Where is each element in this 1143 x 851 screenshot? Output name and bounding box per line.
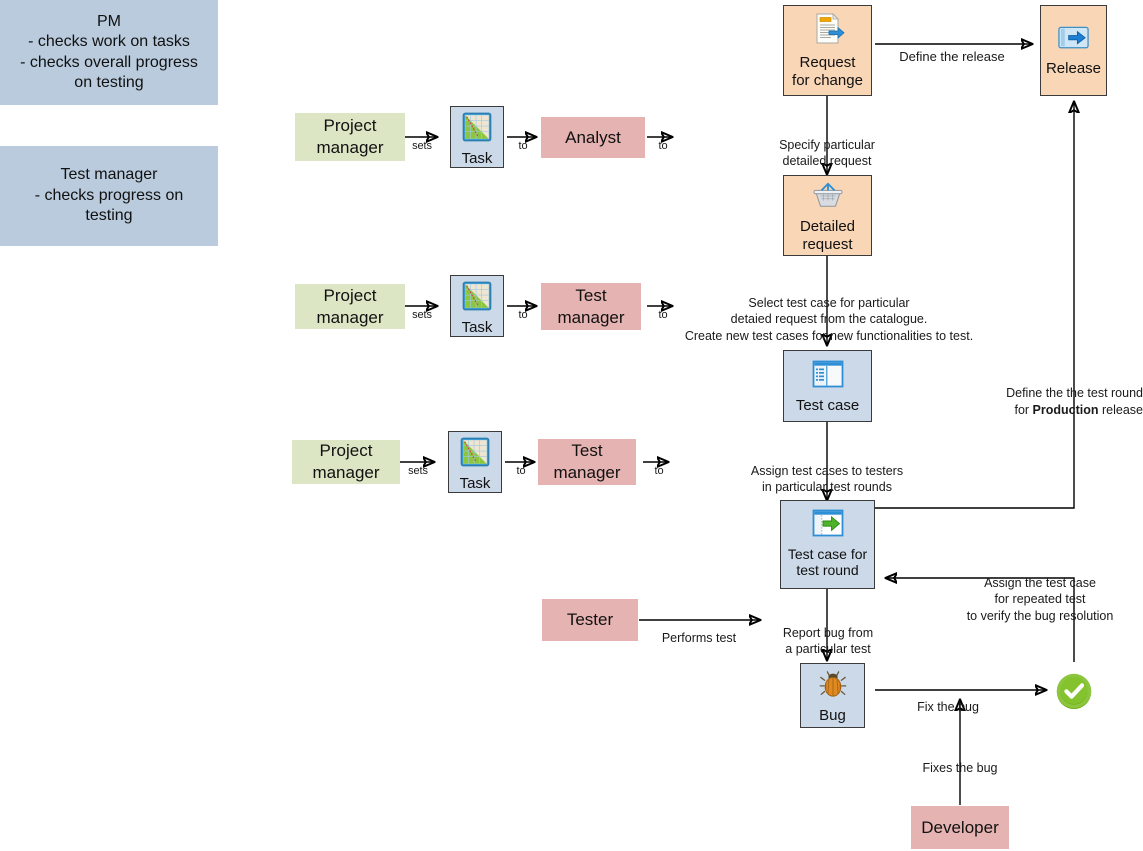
note-pm: PM - checks work on tasks - checks overa… bbox=[0, 0, 218, 105]
test-case-round-icon bbox=[811, 508, 845, 544]
gantt-chart-icon bbox=[462, 112, 492, 148]
role-label: Project manager bbox=[316, 285, 384, 327]
edge-label-fixes-the-bug: Fixes the bug bbox=[922, 760, 998, 775]
role-label: Test manager bbox=[557, 285, 625, 327]
entity-request-for-change: Request for change bbox=[783, 5, 872, 96]
role-label: Tester bbox=[566, 610, 614, 630]
entity-resolved bbox=[1054, 671, 1094, 711]
entity-task-2: Task bbox=[450, 275, 504, 337]
note-test-manager: Test manager - checks progress on testin… bbox=[0, 146, 218, 246]
edge-label-select-test-case: Select test case for particular detaied … bbox=[684, 295, 974, 343]
entity-task-3: Task bbox=[448, 431, 502, 493]
edge-label-fix-the-bug: Fix the bug bbox=[917, 699, 979, 714]
entity-label: Bug bbox=[819, 706, 846, 724]
bug-icon bbox=[818, 669, 848, 705]
role-analyst: Analyst bbox=[541, 117, 645, 158]
entity-task-1: Task bbox=[450, 106, 504, 168]
role-test-manager-1: Test manager bbox=[541, 283, 641, 330]
edge-label-sets-2: sets bbox=[412, 308, 432, 321]
role-tester: Tester bbox=[542, 599, 638, 641]
entity-label: Release bbox=[1045, 59, 1102, 77]
edge-label-performs-test: Performs test bbox=[661, 630, 737, 645]
role-label: Analyst bbox=[565, 127, 621, 147]
role-developer: Developer bbox=[911, 806, 1009, 849]
entity-label: Task bbox=[461, 318, 493, 336]
entity-label: Task bbox=[461, 149, 493, 167]
entity-detailed-request: Detailed request bbox=[783, 175, 872, 256]
entity-test-case: Test case bbox=[783, 350, 872, 422]
role-test-manager-2: Test manager bbox=[538, 439, 636, 485]
edge-label-define-the-release: Define the release bbox=[899, 49, 1005, 65]
role-project-manager-2: Project manager bbox=[295, 284, 405, 329]
entity-bug: Bug bbox=[800, 663, 865, 728]
gantt-chart-icon bbox=[462, 281, 492, 317]
document-arrow-icon bbox=[811, 12, 845, 52]
edge-label-to-tm2-out: to bbox=[654, 464, 664, 477]
entity-label: Test case for test round bbox=[787, 545, 868, 579]
role-project-manager-3: Project manager bbox=[292, 440, 400, 484]
release-arrow-icon bbox=[1057, 24, 1090, 58]
role-label: Project manager bbox=[316, 116, 384, 157]
entity-label: Task bbox=[459, 474, 491, 492]
role-label: Developer bbox=[921, 817, 999, 837]
basket-icon bbox=[812, 182, 844, 216]
diagram-canvas: PM - checks work on tasks - checks overa… bbox=[0, 0, 1143, 851]
edge-label-define-test-round-production: Define the the test round for Production… bbox=[1000, 385, 1143, 418]
role-label: Project manager bbox=[312, 441, 380, 482]
test-case-icon bbox=[811, 359, 845, 395]
edge-label-suffix: release bbox=[1098, 402, 1143, 417]
edge-label-sets-1: sets bbox=[412, 139, 432, 152]
edge-label-to-analyst-out: to bbox=[658, 139, 668, 152]
edge-label-sets-3: sets bbox=[408, 464, 428, 477]
entity-label: Detailed request bbox=[799, 217, 856, 253]
role-label: Test manager bbox=[553, 441, 621, 482]
entity-test-case-for-test-round: Test case for test round bbox=[780, 500, 875, 589]
entity-label: Request for change bbox=[792, 53, 863, 89]
edge-label-to-tm1-out: to bbox=[658, 308, 668, 321]
edge-label-to-3: to bbox=[516, 464, 526, 477]
entity-release: Release bbox=[1040, 5, 1107, 96]
green-check-icon bbox=[1054, 671, 1094, 717]
edge-label-assign-test-cases: Assign test cases to testers in particul… bbox=[750, 463, 904, 495]
note-test-manager-text: Test manager - checks progress on testin… bbox=[34, 166, 184, 225]
edge-label-to-2: to bbox=[518, 308, 528, 321]
edge-label-bold: Production bbox=[1032, 402, 1099, 417]
entity-label: Test case bbox=[795, 396, 860, 414]
role-project-manager-1: Project manager bbox=[295, 113, 405, 161]
gantt-chart-icon bbox=[460, 437, 490, 473]
edge-label-report-bug: Report bug from a particular test bbox=[782, 625, 874, 657]
edge-label-assign-repeated-test: Assign the test case for repeated test t… bbox=[966, 575, 1114, 623]
note-pm-text: PM - checks work on tasks - checks overa… bbox=[20, 12, 198, 91]
edge-label-specify-detailed-request: Specify particular detailed request bbox=[779, 137, 875, 169]
edge-label-to-1: to bbox=[518, 139, 528, 152]
